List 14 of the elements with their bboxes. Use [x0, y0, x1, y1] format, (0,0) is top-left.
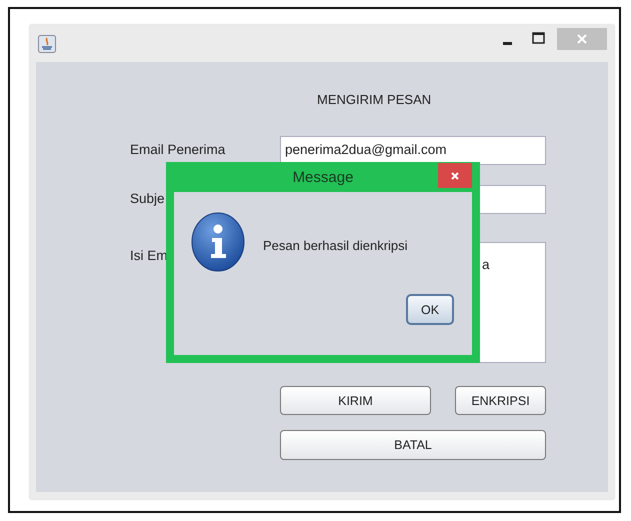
encrypt-button[interactable]: ENKRIPSI: [455, 386, 546, 415]
java-app-icon: [38, 34, 56, 52]
form-title: MENGIRIM PESAN: [316, 91, 432, 106]
input-field[interactable]: penerima2dua@gmail.com: [280, 136, 546, 165]
dialog-message: Pesan berhasil dienkripsi: [263, 238, 408, 253]
info-icon: [191, 212, 245, 272]
send-button[interactable]: KIRIM: [280, 386, 431, 415]
field-label: Subje: [130, 190, 166, 208]
close-icon[interactable]: [450, 170, 460, 180]
ok-button[interactable]: OK: [406, 294, 454, 325]
dialog-title: Message: [292, 168, 354, 186]
dialog-close-button[interactable]: [438, 163, 472, 188]
field-label: Email Penerima: [130, 141, 226, 159]
cancel-button[interactable]: BATAL: [280, 430, 546, 460]
